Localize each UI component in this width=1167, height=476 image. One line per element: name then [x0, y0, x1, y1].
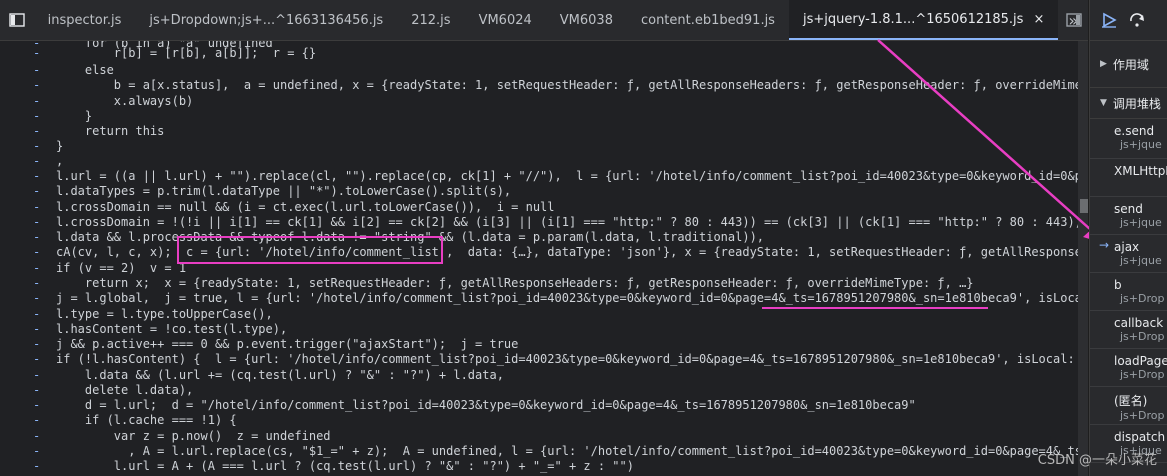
- call-frame[interactable]: (匿名) js+Drop: [1090, 387, 1167, 425]
- watermark: CSDN @一朵小菜花: [1037, 453, 1157, 468]
- collapsed-triangle-icon: ▶: [1100, 59, 1107, 69]
- call-frame[interactable]: e.send js+jque: [1090, 119, 1167, 159]
- resume-icon[interactable]: [1100, 11, 1118, 29]
- call-frame[interactable]: loadPage js+Drop: [1090, 349, 1167, 387]
- callstack-label: 调用堆栈: [1112, 96, 1161, 111]
- debugger-toolbar: [1090, 0, 1167, 41]
- debugger-sidebar: ▶ 作用域 ▼ 调用堆栈 e.sendjs+jque XMLHttpR sendjs…: [1089, 0, 1167, 476]
- scope-label: 作用域: [1112, 57, 1149, 72]
- call-frame-current[interactable]: → ajax js+jque: [1090, 235, 1167, 273]
- expanded-triangle-icon: ▼: [1100, 98, 1107, 108]
- scope-section[interactable]: ▶ 作用域: [1090, 41, 1167, 88]
- annotation-arrow-icon: [877, 39, 1106, 244]
- step-over-icon[interactable]: [1128, 11, 1146, 29]
- call-frame[interactable]: send js+jque: [1090, 197, 1167, 235]
- call-frame[interactable]: b js+Drop: [1090, 273, 1167, 311]
- call-frame[interactable]: callback js+Drop: [1090, 311, 1167, 349]
- callstack-section[interactable]: ▼ 调用堆栈: [1090, 88, 1167, 119]
- current-frame-arrow-icon: →: [1099, 238, 1110, 252]
- call-frame[interactable]: XMLHttpR: [1090, 159, 1167, 197]
